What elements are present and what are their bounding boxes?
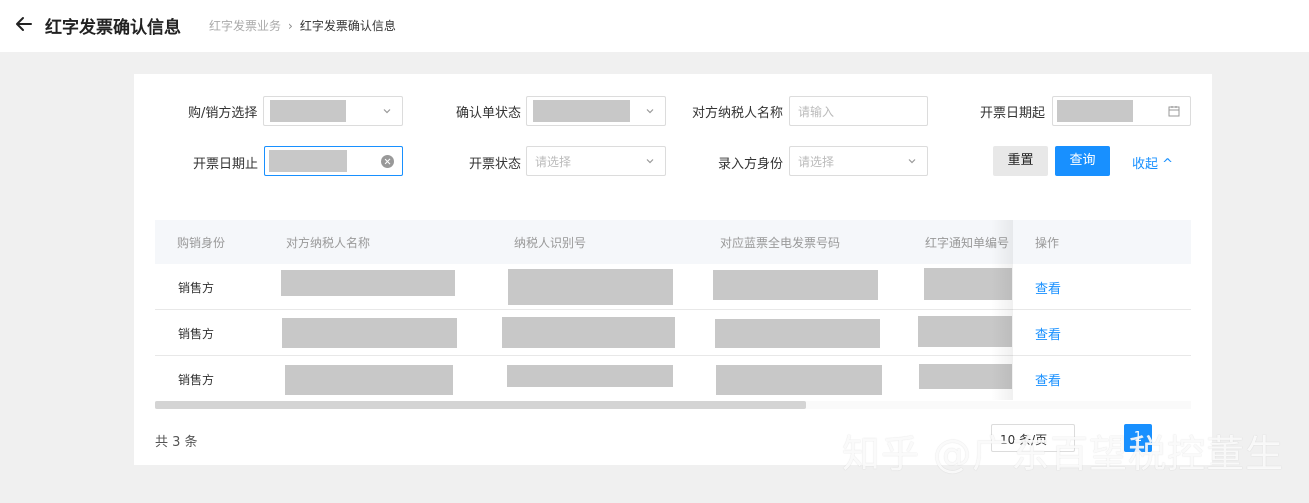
- redacted-taxpayer-id: [502, 317, 675, 348]
- redacted-counterparty-name: [285, 365, 453, 395]
- breadcrumb-item-business[interactable]: 红字发票业务: [209, 19, 281, 33]
- chevron-down-icon: [646, 159, 654, 164]
- table-row: 销售方 查看: [155, 356, 1191, 402]
- entry-role-placeholder: 请选择: [798, 155, 835, 169]
- table-row: 销售方 查看: [155, 264, 1191, 310]
- redacted-value: [1057, 100, 1133, 122]
- breadcrumb-separator: ›: [288, 19, 293, 33]
- redacted-value: [269, 150, 347, 172]
- redacted-blue-invoice-number: [713, 270, 878, 300]
- total-count: 共 3 条: [155, 435, 198, 450]
- counterparty-name-label: 对方纳税人名称: [692, 106, 784, 121]
- redacted-value: [270, 100, 346, 122]
- counterparty-name-input[interactable]: 请输入: [789, 96, 928, 126]
- redacted-value: [533, 100, 630, 122]
- scrollbar-thumb[interactable]: [155, 401, 806, 409]
- redacted-taxpayer-id: [508, 269, 673, 305]
- redacted-taxpayer-id: [507, 365, 673, 387]
- cell-role: 销售方: [178, 281, 215, 295]
- chevron-down-icon: [383, 109, 391, 114]
- horizontal-scrollbar[interactable]: [155, 401, 1191, 409]
- date-to-label: 开票日期止: [193, 157, 259, 172]
- buyer-seller-select[interactable]: [263, 96, 403, 126]
- cell-role: 销售方: [178, 373, 215, 387]
- cell-role: 销售方: [178, 327, 215, 341]
- column-header-role: 购销身份: [177, 236, 226, 250]
- fixed-column-shadow: [991, 220, 1013, 400]
- confirm-status-select[interactable]: [526, 96, 666, 126]
- entry-role-select[interactable]: 请选择: [789, 146, 928, 176]
- column-header-counterparty-name: 对方纳税人名称: [286, 236, 371, 250]
- breadcrumb-item-current: 红字发票确认信息: [299, 19, 396, 33]
- entry-role-label: 录入方身份: [718, 157, 784, 172]
- watermark-text: 知乎 @广东百望税控董生: [842, 432, 1285, 476]
- content-card: 购/销方选择 确认单状态 对方纳税人名称 请输入 开票日期起 开票日期止 开票状…: [134, 74, 1212, 465]
- counterparty-name-placeholder: 请输入: [798, 105, 835, 119]
- chevron-down-icon: [646, 109, 654, 114]
- redacted-counterparty-name: [282, 318, 457, 348]
- column-header-blue-invoice-number: 对应蓝票全电发票号码: [720, 236, 841, 250]
- redacted-blue-invoice-number: [715, 319, 880, 348]
- page-title: 红字发票确认信息: [45, 18, 181, 38]
- reset-button[interactable]: 重置: [993, 146, 1048, 176]
- confirm-status-label: 确认单状态: [456, 106, 522, 121]
- buyer-seller-label: 购/销方选择: [188, 106, 258, 121]
- redacted-blue-invoice-number: [716, 365, 882, 395]
- top-bar: 红字发票确认信息 红字发票业务 › 红字发票确认信息: [0, 0, 1309, 52]
- table-header: 购销身份 对方纳税人名称 纳税人识别号 对应蓝票全电发票号码 红字通知单编号 操…: [155, 220, 1191, 264]
- date-from-picker[interactable]: [1052, 96, 1191, 126]
- collapse-toggle[interactable]: 收起 ^: [1132, 153, 1173, 172]
- column-header-taxpayer-id: 纳税人识别号: [514, 236, 587, 250]
- view-link[interactable]: 查看: [1035, 370, 1061, 389]
- chevron-down-icon: [908, 159, 916, 164]
- redacted-counterparty-name: [281, 270, 455, 296]
- date-from-label: 开票日期起: [980, 106, 1046, 121]
- clear-icon[interactable]: [381, 155, 394, 168]
- back-arrow-icon[interactable]: [14, 13, 34, 35]
- view-link[interactable]: 查看: [1035, 324, 1061, 343]
- invoice-status-select[interactable]: 请选择: [526, 146, 666, 176]
- query-button[interactable]: 查询: [1055, 146, 1110, 176]
- invoice-status-label: 开票状态: [469, 157, 522, 172]
- view-link[interactable]: 查看: [1035, 278, 1061, 297]
- invoice-status-placeholder: 请选择: [535, 155, 572, 169]
- calendar-icon: [1168, 106, 1180, 117]
- column-header-actions: 操作: [1035, 236, 1060, 250]
- date-to-picker[interactable]: [264, 146, 403, 176]
- table-row: 销售方 查看: [155, 310, 1191, 356]
- breadcrumb: 红字发票业务 › 红字发票确认信息: [209, 17, 396, 34]
